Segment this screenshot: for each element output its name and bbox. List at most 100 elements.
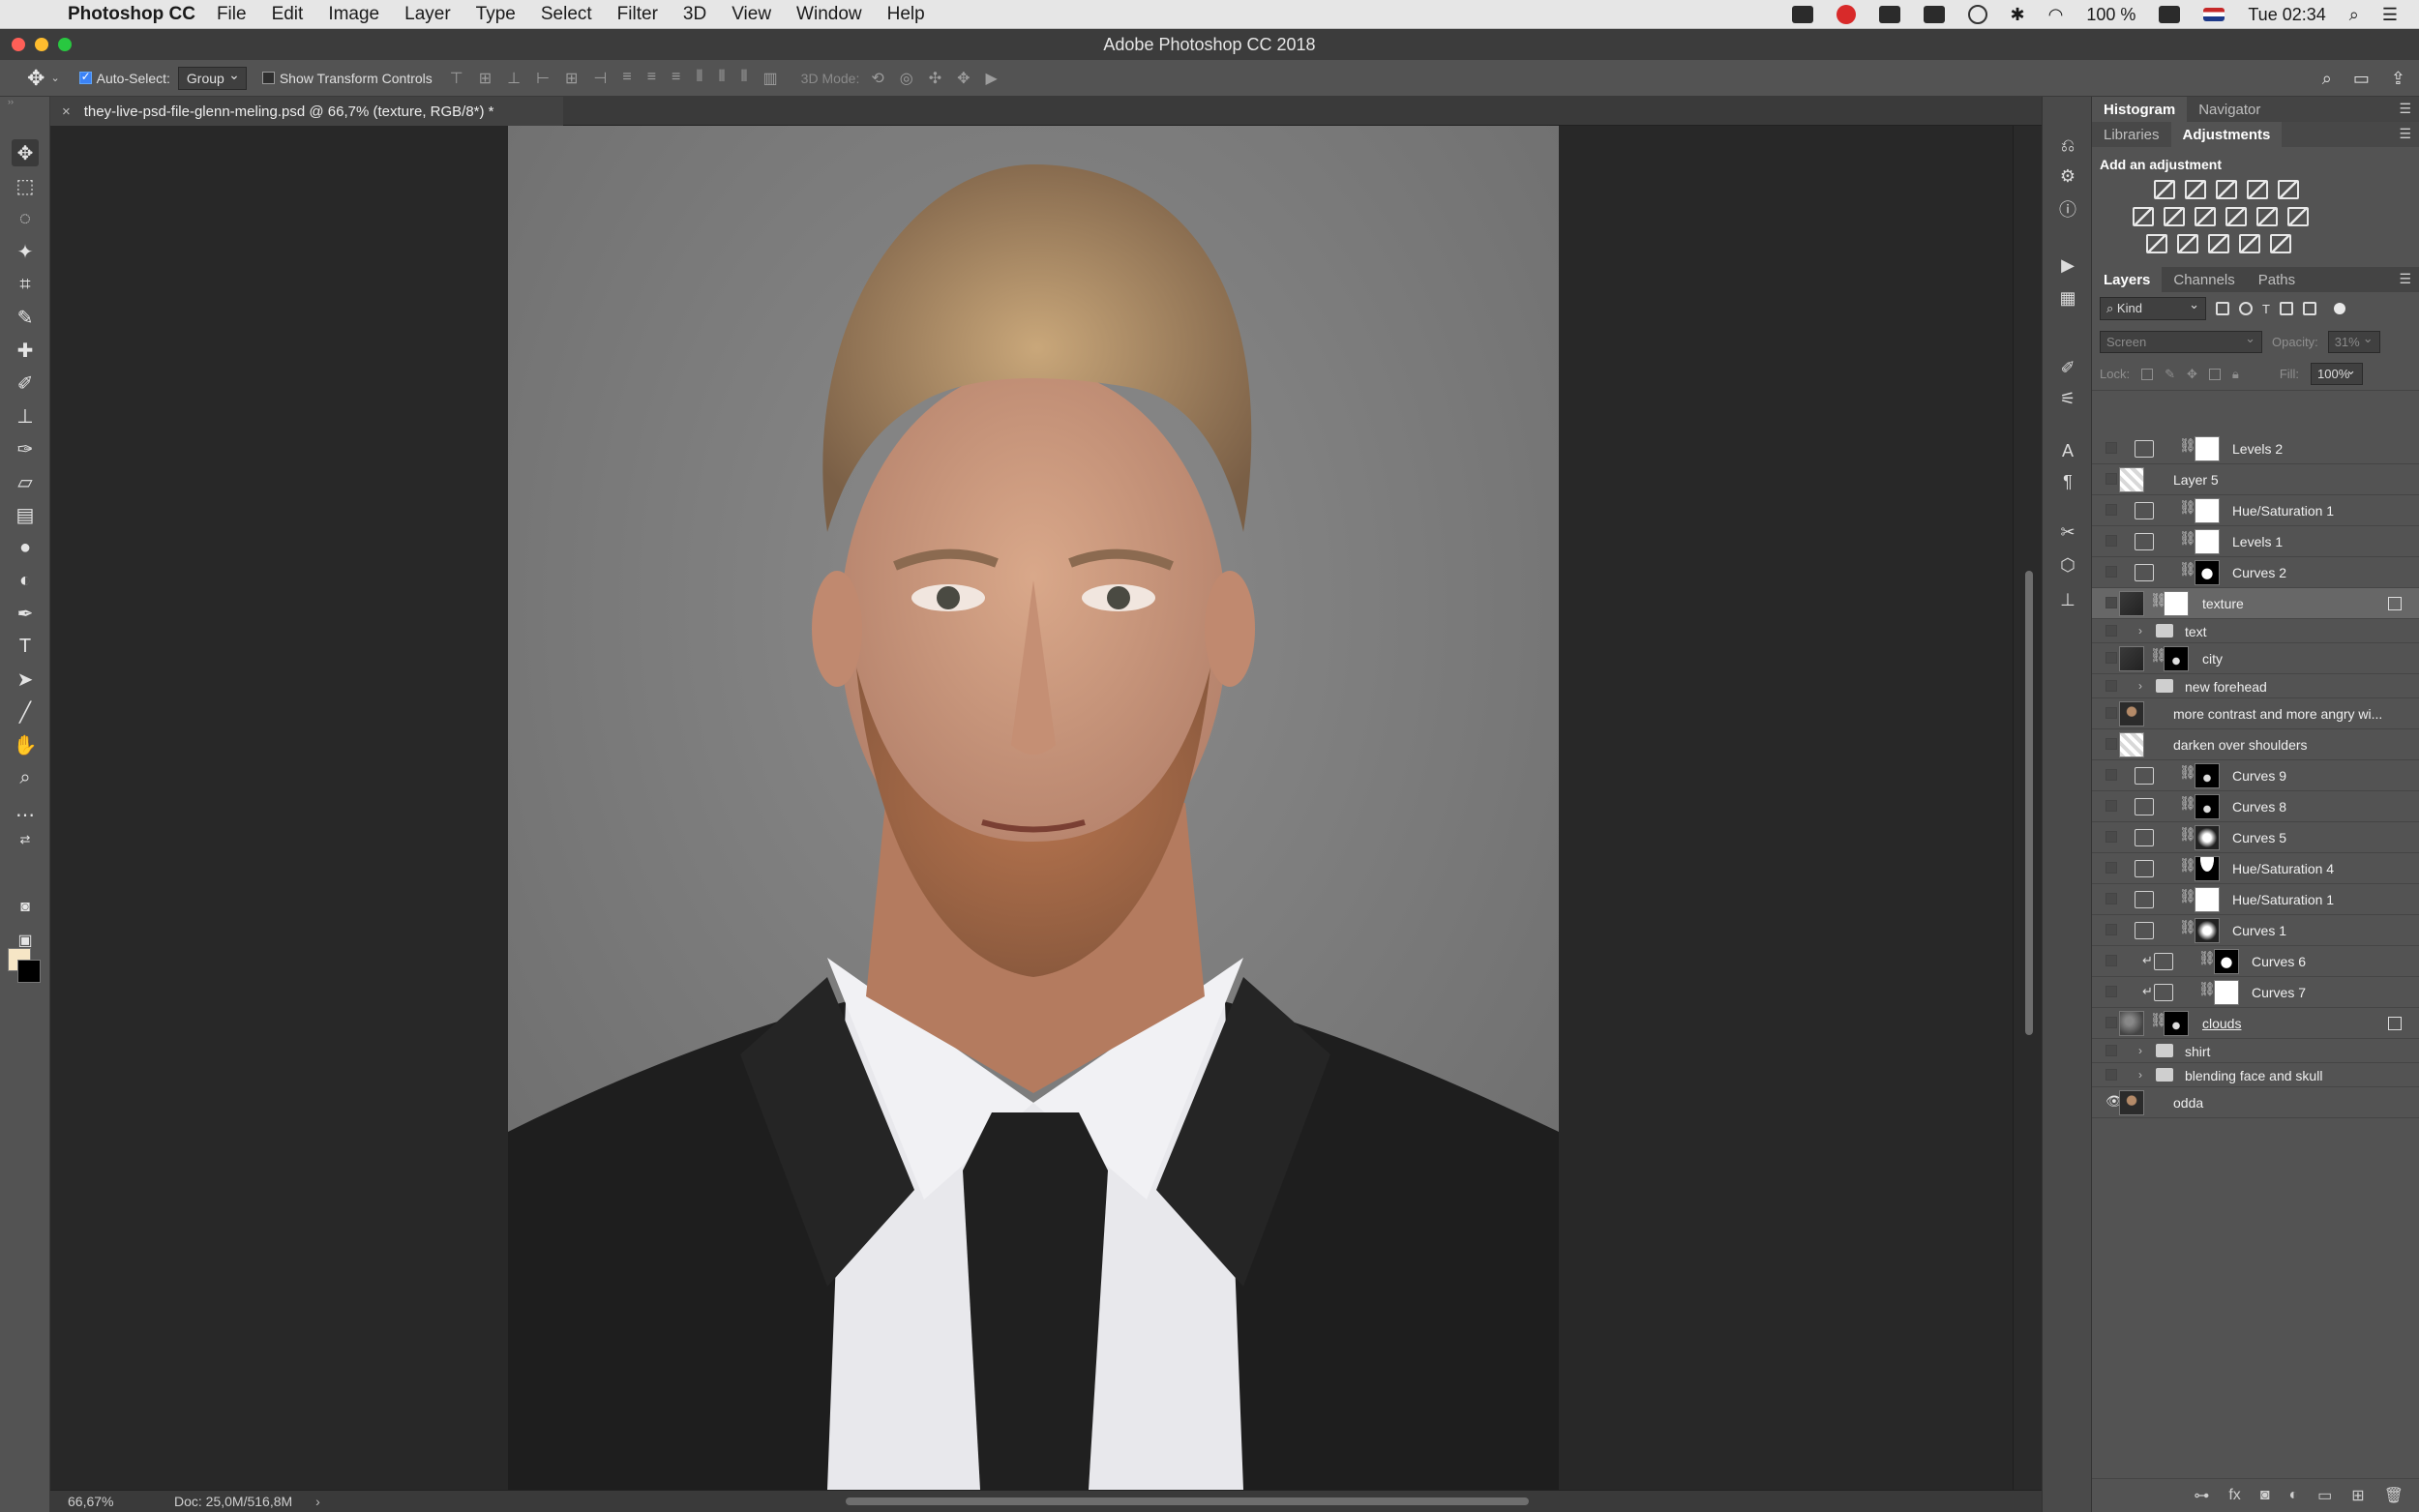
align-top-icon[interactable]: ⊤	[450, 69, 463, 88]
tab-navigator[interactable]: Navigator	[2187, 97, 2272, 122]
link-layers-icon[interactable]: ⊶	[2194, 1486, 2209, 1505]
filter-toggle-icon[interactable]	[2333, 303, 2345, 314]
swap-colors-icon[interactable]: ⇄	[12, 826, 39, 853]
invert-adjustment-icon[interactable]	[2146, 234, 2167, 253]
visibility-toggle[interactable]	[2105, 924, 2117, 935]
zoom-level-field[interactable]: 66,67%	[68, 1494, 155, 1509]
layer-row[interactable]: ⛓ Hue/Saturation 1	[2092, 884, 2419, 915]
layer-row[interactable]: 👁︎ odda	[2092, 1087, 2419, 1118]
drag-3d-icon[interactable]: ✣	[929, 69, 941, 88]
visibility-toggle[interactable]	[2105, 769, 2117, 781]
layer-thumbnail[interactable]	[2119, 701, 2144, 726]
vibrance-adjustment-icon[interactable]	[2278, 180, 2299, 199]
brushes-panel-icon[interactable]: ✐	[2056, 356, 2079, 379]
new-adjustment-icon[interactable]: ◐	[2288, 1487, 2298, 1504]
visibility-toggle[interactable]	[2105, 535, 2117, 547]
add-mask-icon[interactable]: ◙	[2260, 1487, 2270, 1504]
line-tool-icon[interactable]: ╱	[12, 698, 39, 726]
eyedropper-tool-icon[interactable]: ✎	[12, 304, 39, 331]
lasso-tool-icon[interactable]: ◌	[12, 205, 39, 232]
menu-filter[interactable]: Filter	[617, 4, 658, 25]
lock-artboard-icon[interactable]	[2208, 368, 2221, 380]
align-left-icon[interactable]: ⊢	[536, 69, 550, 88]
marquee-tool-icon[interactable]: ⬚	[12, 172, 39, 199]
layer-mask-thumbnail[interactable]	[2195, 856, 2220, 881]
layer-name[interactable]: Curves 7	[2252, 985, 2306, 1000]
3d-panel-icon[interactable]: ⬡	[2056, 553, 2079, 577]
eraser-tool-icon[interactable]: ▱	[12, 468, 39, 495]
tool-presets-panel-icon[interactable]: ✂	[2056, 520, 2079, 544]
gradient-tool-icon[interactable]: ▤	[12, 501, 39, 528]
layer-name[interactable]: Levels 1	[2232, 534, 2283, 549]
layer-name[interactable]: Layer 5	[2173, 472, 2219, 488]
layer-mask-thumbnail[interactable]	[2195, 887, 2220, 912]
threshold-adjustment-icon[interactable]	[2208, 234, 2229, 253]
opacity-field[interactable]: 31%	[2327, 330, 2380, 353]
layer-row[interactable]: ⛓ Curves 9	[2092, 760, 2419, 791]
sync-icon[interactable]	[1967, 5, 1987, 24]
spotlight-search-icon[interactable]: ⌕	[2349, 5, 2359, 25]
layer-mask-thumbnail[interactable]	[2164, 646, 2189, 671]
minimize-window-button[interactable]	[35, 38, 48, 51]
layer-row[interactable]: ⛓ Curves 1	[2092, 915, 2419, 946]
layer-mask-thumbnail[interactable]	[2195, 794, 2220, 819]
visibility-toggle[interactable]	[2105, 862, 2117, 874]
panel-menu-icon[interactable]: ☰	[2399, 101, 2411, 117]
move-tool-preset-icon[interactable]: ✥	[27, 66, 45, 91]
curves-adjustment-icon[interactable]	[2216, 180, 2237, 199]
zoom-window-button[interactable]	[58, 38, 72, 51]
tab-histogram[interactable]: Histogram	[2092, 97, 2188, 122]
layer-row[interactable]: more contrast and more angry wi...	[2092, 698, 2419, 729]
lock-all-icon[interactable]: 🔒︎	[2232, 367, 2239, 382]
layer-mask-thumbnail[interactable]	[2164, 1011, 2189, 1036]
exposure-adjustment-icon[interactable]	[2247, 180, 2268, 199]
close-tab-icon[interactable]: ×	[62, 104, 71, 120]
visibility-toggle[interactable]	[2105, 800, 2117, 812]
layer-row[interactable]: › blending face and skull	[2092, 1063, 2419, 1087]
new-layer-icon[interactable]: ⊞	[2351, 1486, 2364, 1505]
distribute-center-icon[interactable]: ⦀	[718, 69, 725, 88]
layer-name[interactable]: more contrast and more angry wi...	[2173, 706, 2382, 722]
battery-icon[interactable]	[2159, 6, 2181, 23]
auto-select-check[interactable]	[78, 70, 92, 84]
character-panel-icon[interactable]: A	[2056, 439, 2079, 462]
clone-stamp-tool-icon[interactable]: ⊥	[12, 402, 39, 430]
app-menu[interactable]: Photoshop CC	[68, 4, 195, 25]
layer-thumbnail[interactable]	[2119, 646, 2144, 671]
delete-layer-icon[interactable]: 🗑︎	[2384, 1486, 2404, 1505]
new-group-icon[interactable]: ▭	[2317, 1486, 2332, 1505]
history-panel-icon[interactable]: ⎌	[2056, 133, 2079, 157]
layer-name[interactable]: clouds	[2202, 1016, 2241, 1031]
layer-mask-thumbnail[interactable]	[2214, 949, 2239, 974]
panel-menu-icon[interactable]: ☰	[2399, 271, 2411, 287]
visibility-toggle[interactable]	[2105, 473, 2117, 485]
close-window-button[interactable]	[12, 38, 25, 51]
clock[interactable]: Tue 02:34	[2248, 5, 2325, 25]
workspace-icon[interactable]: ▭	[2353, 69, 2370, 89]
visibility-toggle[interactable]	[2105, 707, 2117, 719]
layer-row[interactable]: Layer 5	[2092, 464, 2419, 495]
tab-channels[interactable]: Channels	[2162, 267, 2246, 292]
layer-name[interactable]: Hue/Saturation 1	[2232, 892, 2334, 907]
menu-image[interactable]: Image	[328, 4, 379, 25]
auto-align-icon[interactable]: ▥	[763, 69, 778, 88]
notification-icon[interactable]	[1836, 5, 1856, 24]
document-canvas[interactable]	[508, 126, 1559, 1490]
visibility-toggle[interactable]	[2105, 597, 2117, 608]
layer-row[interactable]: › shirt	[2092, 1039, 2419, 1063]
type-filter-icon[interactable]: T	[2262, 302, 2270, 316]
visibility-toggle[interactable]	[2105, 1069, 2117, 1081]
color-balance-adjustment-icon[interactable]	[2164, 207, 2185, 226]
expand-group-icon[interactable]: ›	[2138, 1068, 2142, 1082]
visibility-toggle[interactable]	[2105, 1017, 2117, 1028]
lock-transparent-icon[interactable]	[2141, 368, 2154, 380]
canvas-area[interactable]	[50, 126, 2013, 1490]
layer-name[interactable]: shirt	[2185, 1044, 2210, 1059]
blend-mode-dropdown[interactable]: Screen	[2100, 330, 2262, 353]
menu-select[interactable]: Select	[541, 4, 592, 25]
black-white-adjustment-icon[interactable]	[2195, 207, 2216, 226]
layer-mask-thumbnail[interactable]	[2195, 918, 2220, 943]
layer-row[interactable]: › new forehead	[2092, 674, 2419, 698]
visibility-toggle[interactable]	[2105, 1045, 2117, 1056]
expand-group-icon[interactable]: ›	[2138, 1044, 2142, 1057]
